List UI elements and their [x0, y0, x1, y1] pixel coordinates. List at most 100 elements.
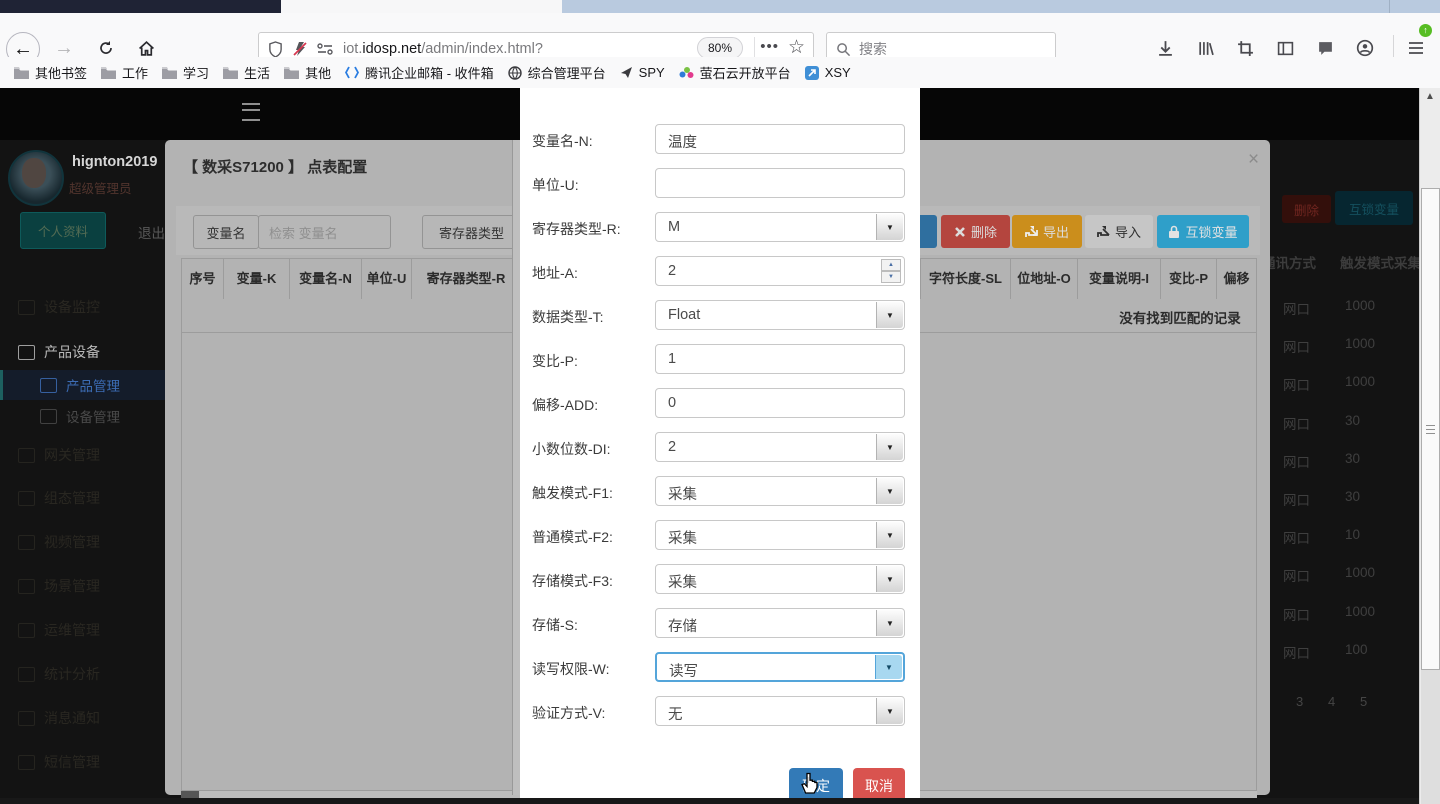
zoom-level-badge[interactable]: 80%	[697, 37, 743, 59]
col-偏移[interactable]: 偏移	[1217, 259, 1257, 299]
sidebar-item-9[interactable]: 运维管理	[18, 615, 100, 645]
sidebar-item-5[interactable]: 网关管理	[18, 440, 100, 470]
field-text-input[interactable]: 0	[655, 388, 905, 418]
menu-item-icon	[18, 579, 35, 594]
col-序号[interactable]: 序号	[182, 259, 224, 299]
step-down-icon[interactable]: ▼	[881, 271, 901, 283]
menu-item-label: 视频管理	[44, 532, 100, 552]
step-up-icon[interactable]: ▲	[881, 259, 901, 271]
col-变比-P[interactable]: 变比-P	[1161, 259, 1217, 299]
col-寄存器类型-R[interactable]: 寄存器类型-R	[412, 259, 521, 299]
sidebar-item-12[interactable]: 短信管理	[18, 747, 100, 777]
messages-icon[interactable]	[1314, 37, 1336, 59]
bookmark-item[interactable]: 学习	[162, 63, 209, 82]
folder-icon	[162, 67, 177, 79]
sidebar-item-11[interactable]: 消息通知	[18, 703, 100, 733]
titlebar-dark-tab[interactable]	[0, 0, 281, 13]
field-text-input[interactable]: 温度	[655, 124, 905, 154]
field-select-input[interactable]: 采集▼	[655, 476, 905, 506]
bg-page-4[interactable]: 4	[1328, 694, 1335, 709]
field-select-input[interactable]: 存储▼	[655, 608, 905, 638]
chevron-down-icon[interactable]: ▼	[876, 522, 903, 548]
field-number-input[interactable]: 2▲▼	[655, 256, 905, 286]
chevron-down-icon[interactable]: ▼	[876, 478, 903, 504]
field-select-input[interactable]: 2▼	[655, 432, 905, 462]
bookmark-item[interactable]: 其他	[284, 63, 331, 82]
xsy-icon	[805, 66, 819, 80]
x-button[interactable]: 删除	[941, 215, 1010, 248]
bg-page-5[interactable]: 5	[1360, 694, 1367, 709]
bg-lock-button[interactable]: 互锁变量	[1335, 191, 1413, 225]
col-字符长度-SL[interactable]: 字符长度-SL	[921, 259, 1011, 299]
export-button[interactable]: 导出	[1012, 215, 1082, 248]
col-变量说明-I[interactable]: 变量说明-I	[1078, 259, 1161, 299]
number-stepper[interactable]: ▲▼	[881, 259, 901, 283]
col-变量-K[interactable]: 变量-K	[224, 259, 290, 299]
chevron-down-icon[interactable]: ▼	[876, 214, 903, 240]
bookmark-item[interactable]: 综合管理平台	[508, 63, 606, 82]
sidebar-item-2[interactable]: 产品设备	[18, 337, 100, 367]
bookmark-item[interactable]: 萤石云开放平台	[679, 63, 791, 82]
sidebar-item-10[interactable]: 统计分析	[18, 659, 100, 689]
bookmark-item[interactable]: SPY	[620, 65, 665, 80]
col-变量名-N[interactable]: 变量名-N	[290, 259, 362, 299]
scrollbar-up-arrow[interactable]: ▲	[1425, 91, 1435, 102]
url-text[interactable]: iot.idosp.net/admin/index.html?	[343, 41, 543, 57]
lock-button[interactable]: 互锁变量	[1157, 215, 1249, 248]
scrollbar-thumb[interactable]	[1421, 188, 1440, 670]
bookmark-star-icon[interactable]: ☆	[788, 36, 805, 59]
permissions-icon[interactable]	[317, 42, 333, 56]
menu-icon[interactable]	[1405, 37, 1427, 59]
bookmark-item[interactable]: 生活	[223, 63, 270, 82]
page-bottom-scroll-strip[interactable]	[0, 798, 1440, 804]
chevron-down-icon[interactable]: ▼	[876, 698, 903, 724]
field-select-input[interactable]: 无▼	[655, 696, 905, 726]
browser-scrollbar[interactable]: ▲	[1419, 88, 1440, 804]
filter-search-input[interactable]: 检索 变量名	[258, 215, 391, 249]
library-icon[interactable]	[1194, 37, 1216, 59]
bg-delete-button[interactable]: 删除	[1282, 195, 1331, 223]
field-select-input[interactable]: 采集▼	[655, 564, 905, 594]
bookmark-item[interactable]: 其他书签	[14, 63, 87, 82]
field-select-input[interactable]: 读写▼	[655, 652, 905, 682]
scrollbar-track-lower[interactable]	[1421, 670, 1440, 804]
filter-field-button[interactable]: 变量名	[193, 215, 259, 249]
profile-button[interactable]: 个人资料	[20, 212, 106, 249]
sidebar-item-4[interactable]: 设备管理	[40, 401, 120, 431]
bg-page-3[interactable]: 3	[1296, 694, 1303, 709]
bookmark-item[interactable]: 腾讯企业邮箱 - 收件箱	[345, 63, 494, 82]
field-select-input[interactable]: Float▼	[655, 300, 905, 330]
field-select-input[interactable]: 采集▼	[655, 520, 905, 550]
dialog-close-icon[interactable]: ×	[1248, 149, 1259, 171]
bookmark-item[interactable]: 工作	[101, 63, 148, 82]
admin-hamburger-icon[interactable]	[242, 103, 260, 121]
field-text-input[interactable]: 1	[655, 344, 905, 374]
dialog-hscroll-thumb[interactable]	[181, 791, 199, 798]
field-select-input[interactable]: M▼	[655, 212, 905, 242]
bookmark-item[interactable]: XSY	[805, 65, 851, 80]
filter-register-button[interactable]: 寄存器类型	[422, 215, 521, 249]
screenshot-icon[interactable]	[1234, 37, 1256, 59]
chevron-down-icon[interactable]: ▼	[875, 655, 902, 679]
flash-blocked-icon[interactable]	[292, 41, 308, 57]
chevron-down-icon[interactable]: ▼	[876, 610, 903, 636]
col-位地址-O[interactable]: 位地址-O	[1011, 259, 1078, 299]
shield-icon[interactable]	[268, 41, 283, 58]
chevron-down-icon[interactable]: ▼	[876, 434, 903, 460]
sidebar-item-3[interactable]: 产品管理	[40, 370, 120, 400]
chevron-down-icon[interactable]: ▼	[876, 566, 903, 592]
logout-link[interactable]: 退出	[138, 222, 165, 242]
account-icon[interactable]	[1354, 37, 1376, 59]
sidebar-item-7[interactable]: 视频管理	[18, 527, 100, 557]
sidebar-item-8[interactable]: 场景管理	[18, 571, 100, 601]
chevron-down-icon[interactable]: ▼	[876, 302, 903, 328]
page-actions-icon[interactable]: •••	[760, 38, 779, 55]
sidebar-item-6[interactable]: 组态管理	[18, 483, 100, 513]
sidebar-item-1[interactable]: 设备监控	[18, 292, 100, 322]
field-text-input[interactable]	[655, 168, 905, 198]
download-icon[interactable]	[1154, 37, 1176, 59]
import-button[interactable]: 导入	[1085, 215, 1153, 248]
sidebar-toggle-icon[interactable]	[1274, 37, 1296, 59]
titlebar-active-tab[interactable]	[281, 0, 562, 13]
col-单位-U[interactable]: 单位-U	[362, 259, 412, 299]
